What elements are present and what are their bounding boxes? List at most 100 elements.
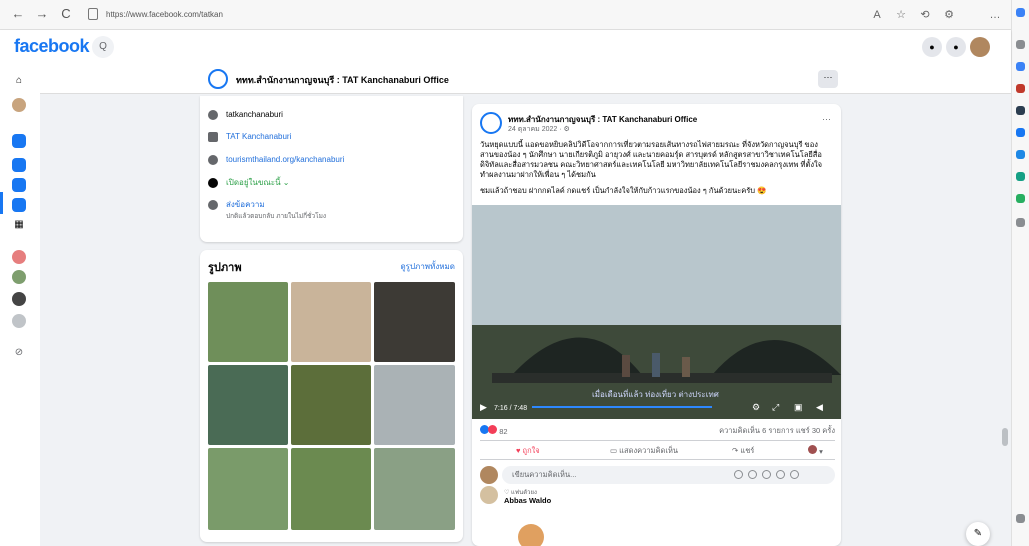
link-icon[interactable]: ⊘ [12,346,26,360]
comment-button[interactable]: ▭ แสดงความคิดเห็น [610,445,678,457]
photos-card: รูปภาพ ดูรูปภาพทั้งหมด [200,250,463,542]
settings-icon[interactable]: ⚙ [752,402,760,413]
home-icon[interactable]: ⌂ [12,74,26,88]
browser-toolbar: ← → C https://www.facebook.com/tatkan A … [0,0,1029,30]
current-user-avatar[interactable] [480,466,498,484]
new-message-button[interactable]: ✎ [966,522,990,546]
add-icon[interactable] [1016,218,1025,227]
reload-button[interactable]: C [58,6,74,22]
post-text-cta: ชมแล้วถ้าชอบ ฝากกดไลค์ กดแชร์ เป็นกำลังใ… [480,186,767,195]
back-button[interactable]: ← [10,6,26,22]
shortcut-avatar-1[interactable] [12,250,26,264]
browser-sidebar [1011,0,1029,546]
profile-avatar[interactable] [12,98,26,112]
comments-shares-count[interactable]: ความคิดเห็น 6 รายการ แชร์ 30 ครั้ง [719,425,835,437]
photo-2[interactable] [291,282,371,362]
shortcut-avatar-3[interactable] [12,292,26,306]
pip-icon[interactable]: ▣ [794,402,803,413]
video-progress[interactable] [532,406,712,408]
facebook-header: facebook Q ● ● [0,30,1011,64]
globe-icon [208,155,218,165]
post-card: ททท.สำนักงานกาญจนบุรี : TAT Kanchanaburi… [472,104,841,546]
photo-5[interactable] [291,365,371,445]
groups-icon[interactable] [12,198,26,212]
shortcut-group-icon[interactable] [12,314,26,328]
emoji-icon[interactable] [748,470,757,479]
gif-icon[interactable] [776,470,785,479]
photo-7[interactable] [208,448,288,530]
send-icon[interactable] [1016,172,1025,181]
photo-8[interactable] [291,448,371,530]
post-more-button[interactable]: ··· [822,114,831,124]
volume-icon[interactable]: ◀ [816,402,823,413]
youtube-icon [208,132,218,142]
favorite-icon[interactable]: ☆ [894,8,908,22]
avatar-sticker-icon[interactable] [734,470,743,479]
photo-1[interactable] [208,282,288,362]
collections-icon[interactable]: ⟲ [918,8,932,22]
circle-icon[interactable] [1016,128,1025,137]
photo-9[interactable] [374,448,455,530]
photo-6[interactable] [374,365,455,445]
post-page-avatar[interactable] [480,112,502,134]
profile-icon[interactable] [966,8,980,22]
watch-icon[interactable] [12,158,26,172]
camera-icon[interactable] [762,470,771,479]
like-button[interactable]: ♥ ถูกใจ [516,445,540,457]
comment-input[interactable]: เขียนความคิดเห็น... [502,466,835,484]
clock-icon [208,178,218,188]
briefcase-icon[interactable] [1016,84,1025,93]
youtube-row[interactable]: TAT Kanchanaburi [208,130,291,144]
person-icon[interactable] [1016,106,1025,115]
read-aloud-icon[interactable]: A [870,8,884,22]
comment-icon: ▭ [610,446,620,455]
website-row[interactable]: tourismthailand.org/kanchanaburi [208,153,344,167]
address-bar[interactable]: https://www.facebook.com/tatkan [84,6,844,24]
search-icon[interactable] [1016,40,1025,49]
marketplace-icon[interactable] [12,178,26,192]
commenter-avatar[interactable] [480,486,498,504]
video-frame [472,205,841,419]
page-scrollbar[interactable] [1000,64,1010,546]
left-shortcuts: ⌂ ▦ ⊘ [0,64,40,546]
reaction-picker[interactable]: ▾ [808,445,823,456]
intro-card: tatkanchanaburi TAT Kanchanaburi tourism… [200,96,463,242]
tree-icon[interactable] [1016,194,1025,203]
game-icon[interactable] [1016,150,1025,159]
reaction-count[interactable]: 82 [499,427,507,436]
instagram-icon [208,110,218,120]
photo-4[interactable] [208,365,288,445]
account-avatar[interactable] [970,37,990,57]
extensions-icon[interactable]: ⚙ [942,8,956,22]
facebook-logo[interactable]: facebook [14,36,90,57]
expand-icon[interactable]: ⤢ [772,402,779,413]
message-icon [208,200,218,210]
instagram-row[interactable]: tatkanchanaburi [208,108,283,122]
photo-3[interactable] [374,282,455,362]
settings-more-icon[interactable]: … [988,8,1002,22]
forward-button[interactable]: → [34,6,50,22]
bing-icon[interactable] [1016,8,1025,17]
see-all-photos-link[interactable]: ดูรูปภาพทั้งหมด [400,260,455,273]
notifications-icon[interactable]: ● [946,37,966,57]
page-title[interactable]: ททท.สำนักงานกาญจนบุรี : TAT Kanchanaburi… [236,73,449,87]
play-icon[interactable]: ▶ [480,402,487,413]
sticker-icon[interactable] [790,470,799,479]
layout-icon[interactable] [1016,514,1025,523]
messenger-icon[interactable]: ● [922,37,942,57]
shortcut-avatar-2[interactable] [12,270,26,284]
friends-icon[interactable] [12,134,26,148]
grid-menu-icon[interactable]: ▦ [12,218,26,232]
post-text: วันหยุดแบบนี้ แอดขอหยิบคลิปวิดีโอจากการเ… [480,140,823,179]
tag-icon[interactable] [1016,62,1025,71]
search-icon[interactable]: Q [92,36,114,58]
page-avatar[interactable] [208,69,228,89]
scroll-thumb[interactable] [1002,428,1008,446]
more-button[interactable]: ··· [818,70,838,88]
share-button[interactable]: ↷ แชร์ [732,445,754,457]
post-video[interactable]: ▶ 7:16 / 7:48 เมื่อเดือนที่แล้ว ท่องเที่… [472,205,841,419]
post-date[interactable]: 24 ตุลาคม 2022 · ⚙ [508,124,570,135]
hours-row[interactable]: เปิดอยู่ในขณะนี้ ⌄ [208,176,289,190]
photos-title: รูปภาพ [208,262,242,274]
commenter-name[interactable]: Abbas Waldo [504,496,551,505]
